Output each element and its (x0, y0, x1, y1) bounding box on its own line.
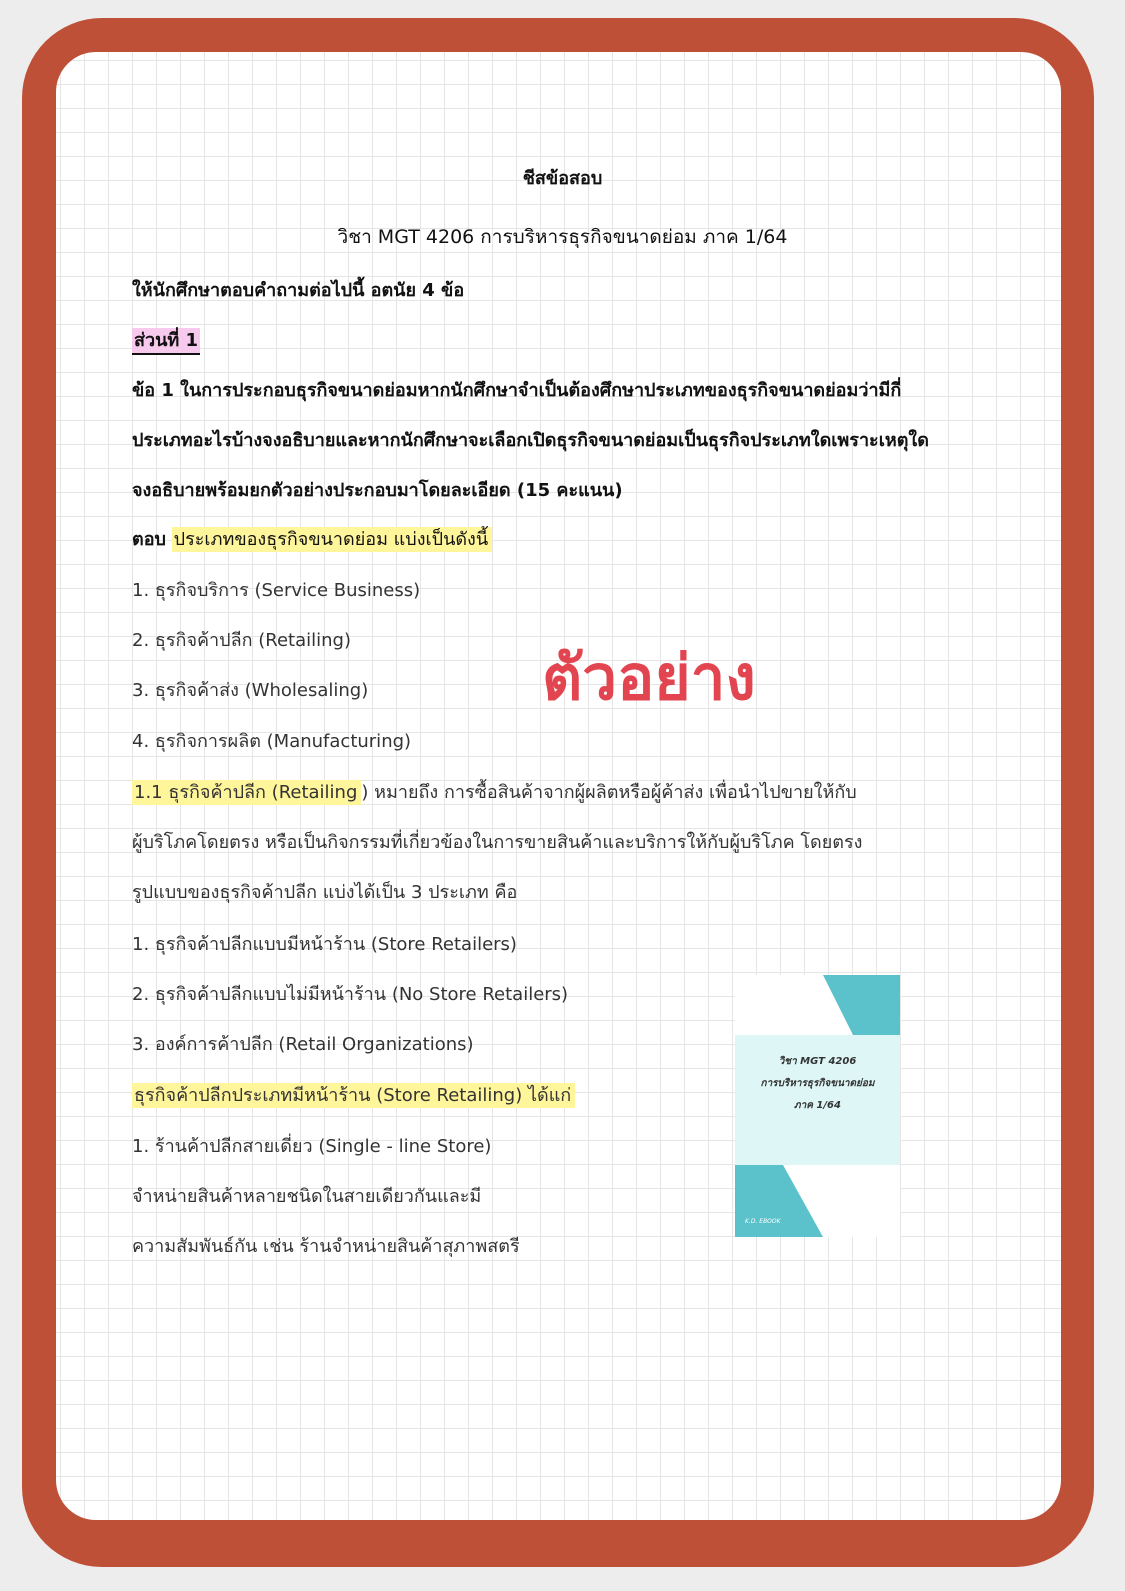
instruction-text: ให้นักศึกษาตอบคำถามต่อไปนี้ อตนัย 4 ข้อ (132, 280, 465, 301)
answer-highlight: ประเภทของธุรกิจขนาดย่อม แบ่งเป็นดังนี้ (171, 527, 493, 552)
cover-brand: K.D. EBOOK (745, 1218, 781, 1225)
retail-rest: ) หมายถึง การซื้อสินค้าจากผู้ผลิตหรือผู้… (361, 782, 857, 803)
store-line-3: ความสัมพันธ์กัน เช่น ร้านจำหน่ายสินค้าสุ… (132, 1236, 520, 1257)
type-item-2: 2. ธุรกิจค้าปลีก (Retailing) (132, 630, 351, 651)
document-title: ชีสข้อสอบ (522, 168, 603, 189)
cover-line-3: ภาค 1/64 (794, 1100, 841, 1111)
retail-highlight: 1.1 ธุรกิจค้าปลีก (Retailing (132, 780, 362, 805)
type-item-4: 4. ธุรกิจการผลิต (Manufacturing) (132, 731, 412, 752)
retail-type-2: 2. ธุรกิจค้าปลีกแบบไม่มีหน้าร้าน (No Sto… (132, 984, 569, 1005)
store-line-2: จำหน่ายสินค้าหลายชนิดในสายเดียวกันและมี (132, 1186, 482, 1207)
part-label-row: ส่วนที่ 1 (132, 328, 201, 355)
store-heading-row: ธุรกิจค้าปลีกประเภทมีหน้าร้าน (Store Ret… (132, 1083, 576, 1109)
store-line-1: 1. ร้านค้าปลีกสายเดี่ยว (Single - line S… (132, 1136, 492, 1157)
cover-line-1: วิชา MGT 4206 (778, 1056, 857, 1067)
question-line-3: จงอธิบายพร้อมยกตัวอย่างประกอบมาโดยละเอีย… (132, 480, 623, 501)
sample-watermark: ตัวอย่าง (542, 641, 756, 714)
question-line-1: ข้อ 1 ในการประกอบธุรกิจขนาดย่อมหากนักศึก… (132, 380, 902, 401)
question-line-2: ประเภทอะไรบ้างจงอธิบายและหากนักศึกษาจะเล… (132, 430, 929, 451)
store-highlight: ธุรกิจค้าปลีกประเภทมีหน้าร้าน (Store Ret… (132, 1083, 576, 1108)
retail-definition-line-3: รูปแบบของธุรกิจค้าปลีก แบ่งได้เป็น 3 ประ… (132, 882, 518, 903)
cover-title-block: วิชา MGT 4206 การบริหารธุรกิจขนาดย่อม ภา… (735, 1051, 900, 1117)
retail-definition-line-2: ผู้บริโภคโดยตรง หรือเป็นกิจกรรมที่เกี่ยว… (132, 832, 863, 853)
ebook-cover-image: วิชา MGT 4206 การบริหารธุรกิจขนาดย่อม ภา… (735, 975, 900, 1237)
answer-row: ตอบ ประเภทของธุรกิจขนาดย่อม แบ่งเป็นดังน… (132, 527, 493, 553)
part-label: ส่วนที่ 1 (132, 328, 201, 355)
type-item-3: 3. ธุรกิจค้าส่ง (Wholesaling) (132, 680, 369, 701)
retail-type-3: 3. องค์การค้าปลีก (Retail Organizations) (132, 1034, 474, 1055)
answer-prefix: ตอบ (132, 529, 166, 550)
retail-definition-line-1: 1.1 ธุรกิจค้าปลีก (Retailing) หมายถึง กา… (132, 780, 857, 806)
type-item-1: 1. ธุรกิจบริการ (Service Business) (132, 580, 421, 601)
cover-line-2: การบริหารธุรกิจขนาดย่อม (760, 1078, 875, 1089)
retail-type-1: 1. ธุรกิจค้าปลีกแบบมีหน้าร้าน (Store Ret… (132, 934, 517, 955)
document-subtitle: วิชา MGT 4206 การบริหารธุรกิจขนาดย่อม ภา… (337, 226, 788, 248)
